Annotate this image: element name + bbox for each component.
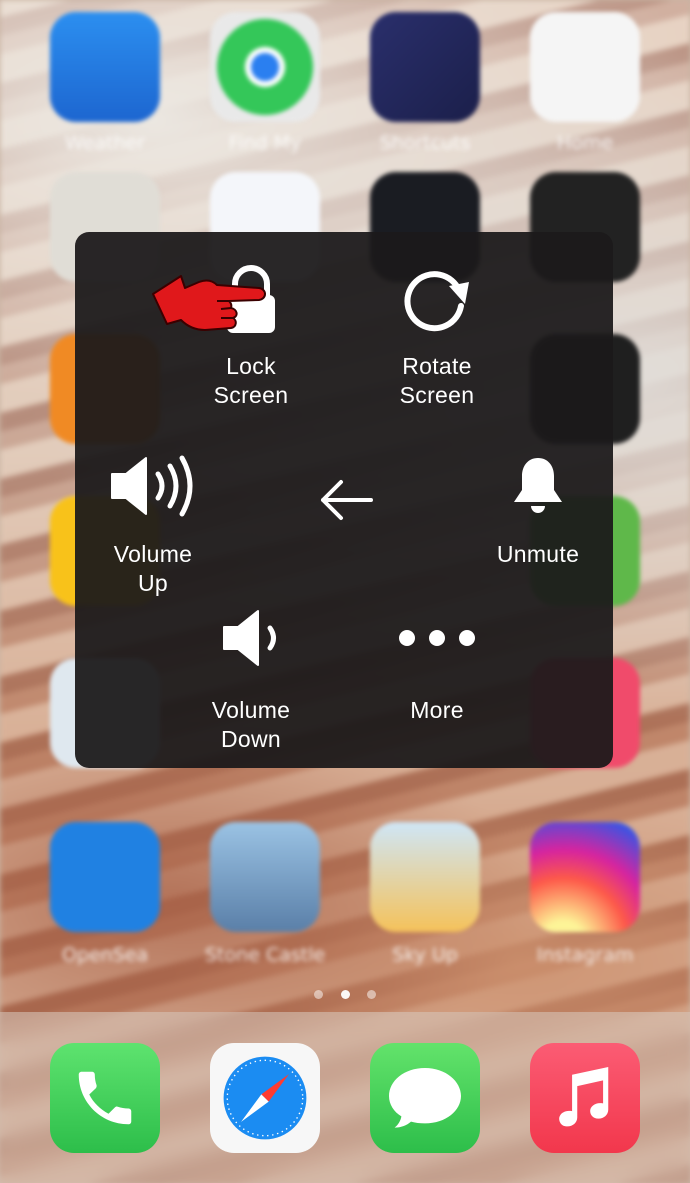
lock-screen-label-line1: Lock xyxy=(226,353,276,379)
app-label-sky-up: Sky Up xyxy=(392,944,458,966)
rotate-icon xyxy=(404,271,469,332)
page-dot-active xyxy=(340,990,350,999)
volume-down-label-line2: Down xyxy=(220,726,281,752)
unmute-label: Unmute xyxy=(496,541,580,567)
more-dots-icon xyxy=(399,630,475,646)
safari-icon[interactable] xyxy=(210,1043,320,1153)
volume-up-label-line1: Volume xyxy=(113,541,193,567)
pointing-hand-icon xyxy=(152,275,266,331)
volume-down-label-line1: Volume xyxy=(211,697,291,723)
messages-icon[interactable] xyxy=(370,1043,480,1153)
back-arrow-icon[interactable] xyxy=(317,478,373,522)
find-my-app-icon[interactable] xyxy=(210,12,320,122)
page-dot xyxy=(366,990,376,999)
volume-up-label-line2: Up xyxy=(137,570,168,596)
page-indicator[interactable] xyxy=(0,984,690,1003)
volume-up-button[interactable]: Volume Up xyxy=(83,454,223,598)
home-app-icon[interactable] xyxy=(530,12,640,122)
volume-down-button[interactable]: Volume Down xyxy=(181,608,321,754)
app-label-shortcuts: Shortcuts xyxy=(379,132,471,154)
sky-up-app-icon[interactable] xyxy=(370,822,480,932)
phone-icon[interactable] xyxy=(50,1043,160,1153)
music-icon[interactable] xyxy=(530,1043,640,1153)
lock-screen-label-line2: Screen xyxy=(213,382,289,408)
app-label-find-my: Find My xyxy=(228,132,302,154)
rotate-screen-button[interactable]: Rotate Screen xyxy=(365,262,509,410)
more-label: More xyxy=(410,697,464,723)
more-button[interactable]: More xyxy=(365,608,509,725)
stone-castle-app-icon[interactable] xyxy=(210,822,320,932)
rotate-screen-label-line2: Screen xyxy=(399,382,475,408)
bell-icon xyxy=(514,458,562,513)
app-label-weather: Weather xyxy=(65,132,145,154)
assistive-touch-menu: Lock Screen Rotate Screen Volume Up Unmu… xyxy=(75,232,613,768)
volume-up-icon xyxy=(111,455,193,517)
app-label-instagram: Instagram xyxy=(536,944,634,966)
page-dot xyxy=(314,990,324,999)
instagram-app-icon[interactable] xyxy=(530,822,640,932)
app-label-stone-castle: Stone Castle xyxy=(204,944,326,966)
rotate-screen-label-line1: Rotate xyxy=(402,353,472,379)
weather-app-icon[interactable] xyxy=(50,12,160,122)
shortcuts-app-icon[interactable] xyxy=(370,12,480,122)
app-label-opensea: OpenSea xyxy=(61,944,149,966)
volume-down-icon xyxy=(223,610,276,666)
app-label-home: Home xyxy=(556,132,614,154)
unmute-button[interactable]: Unmute xyxy=(475,454,601,569)
opensea-app-icon[interactable] xyxy=(50,822,160,932)
